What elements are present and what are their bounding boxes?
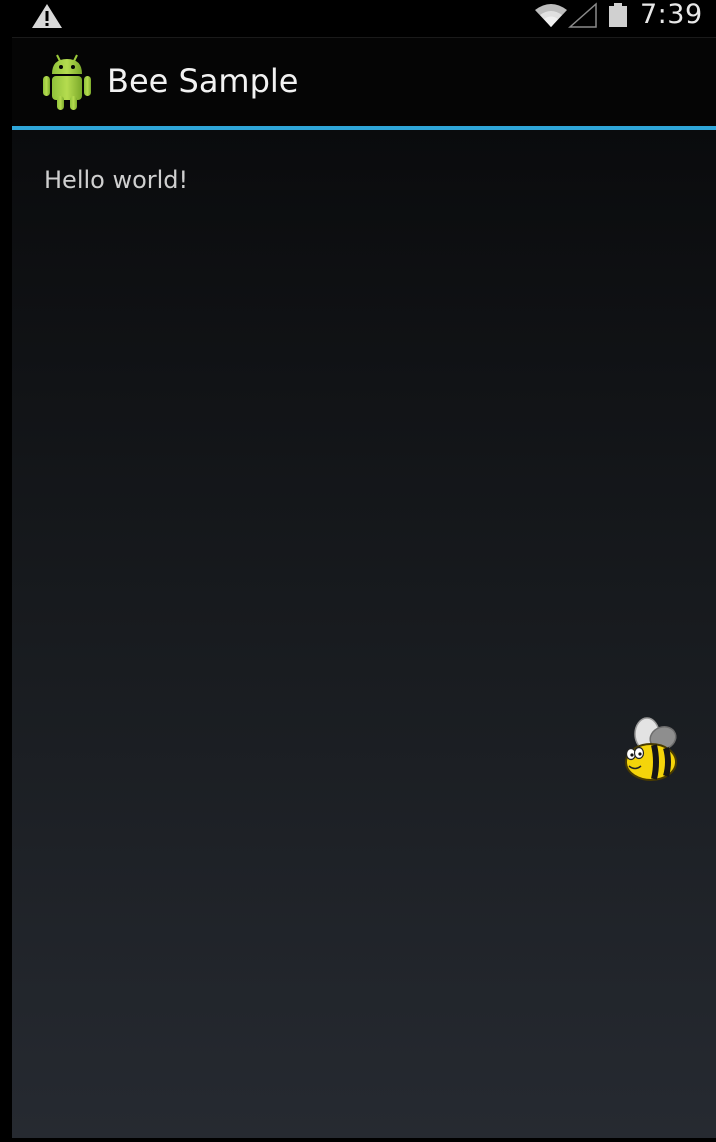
bee-icon — [625, 717, 677, 781]
app-title: Bee Sample — [107, 62, 299, 100]
phone-screen: 7:39 Bee Sample Hello world! — [12, 0, 716, 1142]
action-bar: Bee Sample — [12, 38, 716, 126]
hello-text: Hello world! — [44, 166, 189, 194]
android-icon[interactable] — [40, 52, 94, 112]
signal-icon — [568, 2, 597, 28]
status-bar: 7:39 — [12, 0, 716, 38]
status-time: 7:39 — [640, 0, 703, 30]
wifi-icon — [535, 4, 567, 27]
warning-icon — [32, 4, 62, 28]
battery-icon — [609, 3, 627, 27]
content-area: Hello world! — [12, 130, 716, 1138]
